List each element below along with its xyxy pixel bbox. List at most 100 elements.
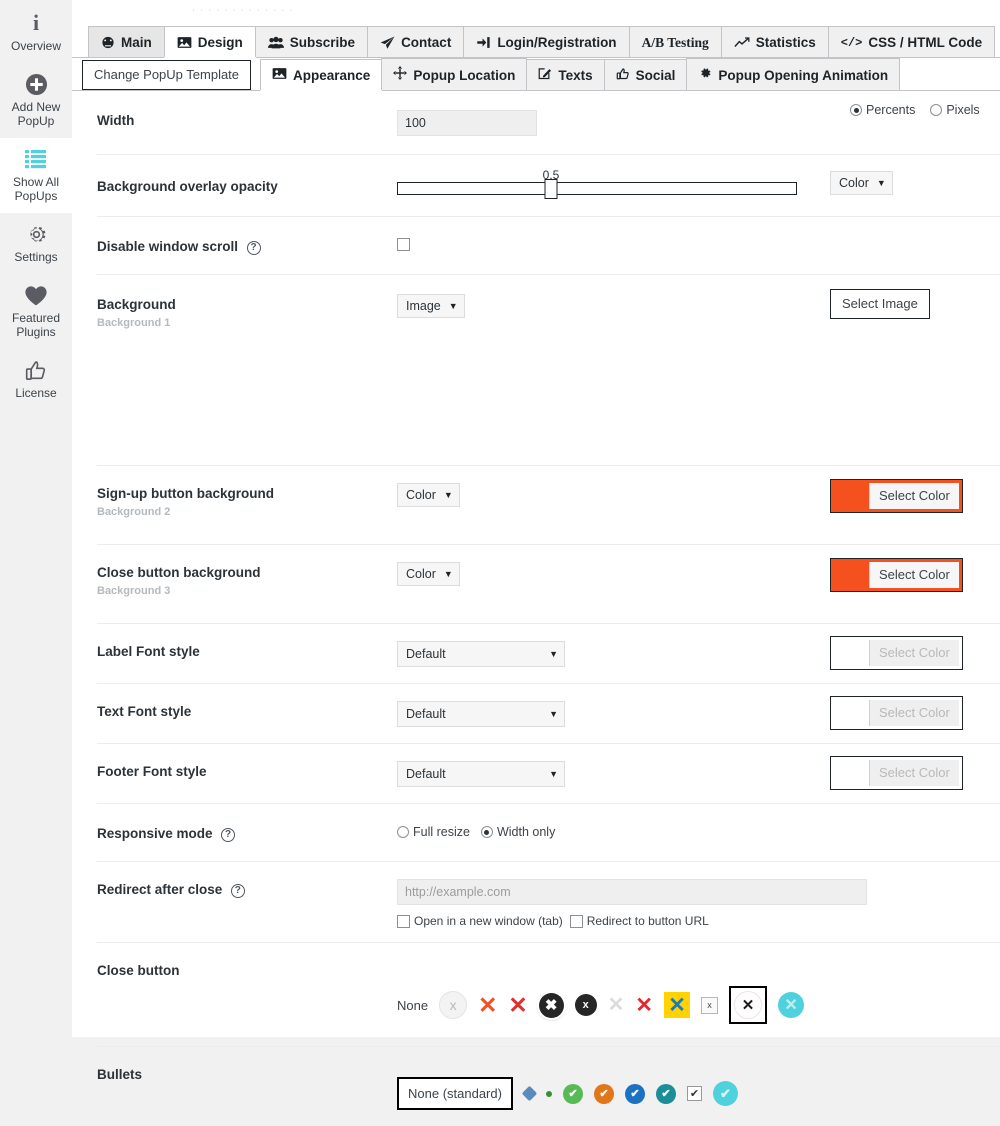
close-select-color-button[interactable]: Select Color xyxy=(830,558,963,592)
close-bg-type-select[interactable]: Color ▼ xyxy=(397,562,460,586)
close-option-x-red-thin[interactable]: ✕ xyxy=(635,995,653,1016)
app-root: i Overview Add New PopUp Show All PopUps xyxy=(0,0,1000,1110)
secondary-tab-bar: Change PopUp Template Appearance Popup L… xyxy=(72,58,1000,91)
footer-font-action-wrap: Select Color xyxy=(830,756,1000,790)
subtab-label: Popup Opening Animation xyxy=(718,67,889,83)
close-option-none[interactable]: None xyxy=(397,998,428,1013)
thumbs-up-icon xyxy=(616,67,630,84)
sidebar-item-label: Add New PopUp xyxy=(11,100,61,128)
change-popup-template-button[interactable]: Change PopUp Template xyxy=(82,60,252,90)
close-option-x-cyan-circle[interactable]: ✕ xyxy=(778,992,805,1018)
label-font-select-color-button[interactable]: Select Color xyxy=(830,636,963,670)
signup-bg-type-select[interactable]: Color ▼ xyxy=(397,483,460,507)
tab-label: Login/Registration xyxy=(497,35,617,50)
text-font-select[interactable]: Default ▼ xyxy=(397,701,565,727)
overlay-type-select[interactable]: Color ▼ xyxy=(830,171,893,195)
help-icon[interactable]: ? xyxy=(221,828,235,842)
subtab-texts[interactable]: Texts xyxy=(526,59,605,90)
select-value: Color xyxy=(406,567,436,581)
image-icon xyxy=(177,36,192,49)
bullet-check-blue-icon: ✔ xyxy=(624,1083,645,1104)
tab-design[interactable]: Design xyxy=(163,26,256,57)
tab-ab-testing[interactable]: A/B Testing xyxy=(628,26,722,57)
footer-font-select[interactable]: Default ▼ xyxy=(397,761,565,787)
close-option-x-white-circle-selected[interactable]: ✕ xyxy=(729,986,768,1024)
checkbox-open-new-window[interactable]: Open in a new window (tab) xyxy=(397,914,563,928)
bullet-option-check-blue[interactable]: ✔ xyxy=(624,1083,645,1104)
row-close-button-background: Close button background Background 3 Col… xyxy=(97,545,1000,624)
sidebar-item-add-new-popup[interactable]: Add New PopUp xyxy=(0,63,72,138)
background-type-select[interactable]: Image ▼ xyxy=(397,294,465,318)
select-value: Default xyxy=(406,707,446,721)
close-option-x-circle-faded[interactable]: x xyxy=(439,991,468,1019)
tab-login-registration[interactable]: Login/Registration xyxy=(463,26,630,57)
tab-contact[interactable]: Contact xyxy=(367,26,465,57)
redirect-url-input[interactable] xyxy=(397,879,867,905)
close-option-x-dark-small[interactable]: x xyxy=(574,994,597,1016)
help-icon[interactable]: ? xyxy=(246,241,261,255)
radio-pixels[interactable]: Pixels xyxy=(930,103,980,117)
radio-dot xyxy=(397,826,409,838)
tab-statistics[interactable]: Statistics xyxy=(720,26,829,57)
label-font-select[interactable]: Default ▼ xyxy=(397,641,565,667)
close-option-x-tiny-box[interactable]: x xyxy=(701,996,719,1014)
sidebar-item-featured-plugins[interactable]: Featured Plugins xyxy=(0,274,72,349)
bullet-option-check-teal[interactable]: ✔ xyxy=(655,1083,676,1104)
signup-bg-action-wrap: Select Color xyxy=(830,479,1000,513)
text-font-select-color-button[interactable]: Select Color xyxy=(830,696,963,730)
x-tiny-box-icon: x xyxy=(701,996,719,1014)
field-label: Background overlay opacity xyxy=(97,179,278,194)
bullet-option-check-green[interactable]: ✔ xyxy=(562,1083,583,1104)
slider-track[interactable] xyxy=(397,179,797,199)
radio-full-resize[interactable]: Full resize xyxy=(397,825,470,839)
checkbox-redirect-button-url[interactable]: Redirect to button URL xyxy=(569,914,709,928)
tab-main[interactable]: Main xyxy=(88,26,165,57)
edit-pencil-icon xyxy=(538,67,552,84)
bullet-option-checkbox-outline[interactable]: ✔ xyxy=(686,1086,702,1101)
signup-select-color-button[interactable]: Select Color xyxy=(830,479,963,513)
sidebar-item-overview[interactable]: i Overview xyxy=(0,2,72,63)
radio-percents[interactable]: Percents xyxy=(850,103,915,117)
subtab-popup-location[interactable]: Popup Location xyxy=(381,58,528,90)
radio-label: Full resize xyxy=(413,825,470,839)
select-image-button[interactable]: Select Image xyxy=(830,289,930,319)
close-option-x-outline-gray[interactable]: ✕ xyxy=(608,995,625,1015)
subtab-appearance[interactable]: Appearance xyxy=(260,59,383,90)
field-label: Close button background xyxy=(97,565,261,580)
select-value: Color xyxy=(406,488,436,502)
close-option-x-yellow-square[interactable]: ✕ xyxy=(664,992,691,1018)
bullet-option-check-cyan-large[interactable]: ✔ xyxy=(712,1081,738,1106)
footer-font-select-color-button[interactable]: Select Color xyxy=(830,756,963,790)
x-cyan-circle-icon: ✕ xyxy=(778,992,805,1018)
tab-label: Main xyxy=(121,35,152,50)
tab-css-html-code[interactable]: </> CSS / HTML Code xyxy=(827,26,996,57)
paper-plane-icon xyxy=(380,36,395,49)
subtab-social[interactable]: Social xyxy=(603,59,688,90)
tab-subscribe[interactable]: Subscribe xyxy=(254,26,369,57)
field-sublabel: Background 1 xyxy=(97,317,171,329)
chevron-down-icon: ▼ xyxy=(443,569,453,579)
close-option-x-dark-large[interactable]: ✖ xyxy=(538,992,564,1018)
subtab-popup-opening-animation[interactable]: Popup Opening Animation xyxy=(686,58,901,90)
disable-scroll-checkbox[interactable] xyxy=(397,238,410,251)
row-label: Disable window scroll ? xyxy=(97,235,397,256)
text-font-action-wrap: Select Color xyxy=(830,696,1000,730)
sidebar-item-license[interactable]: License xyxy=(0,349,72,410)
bullet-option-diamond-blue[interactable] xyxy=(521,1085,538,1102)
row-label: Close button xyxy=(97,959,397,980)
slider-handle[interactable] xyxy=(544,179,558,199)
bullet-option-check-orange[interactable]: ✔ xyxy=(593,1083,614,1104)
radio-width-only[interactable]: Width only xyxy=(480,825,555,839)
sidebar-item-show-all-popups[interactable]: Show All PopUps xyxy=(0,138,72,213)
sidebar-item-label: License xyxy=(15,386,57,400)
close-option-x-red[interactable]: ✕ xyxy=(508,993,527,1017)
bullet-option-none-selected[interactable]: None (standard) xyxy=(397,1077,513,1110)
redirect-checkbox-group: Open in a new window (tab) Redirect to b… xyxy=(397,914,1000,928)
bullet-option-dot-green[interactable] xyxy=(545,1090,552,1097)
close-option-x-orange[interactable]: ✕ xyxy=(478,993,497,1017)
sidebar-item-settings[interactable]: Settings xyxy=(0,213,72,274)
opacity-slider[interactable]: 0.5 xyxy=(397,168,797,199)
width-input[interactable] xyxy=(397,110,537,136)
width-unit-group: Percents Pixels xyxy=(850,103,1000,117)
help-icon[interactable]: ? xyxy=(230,884,245,898)
